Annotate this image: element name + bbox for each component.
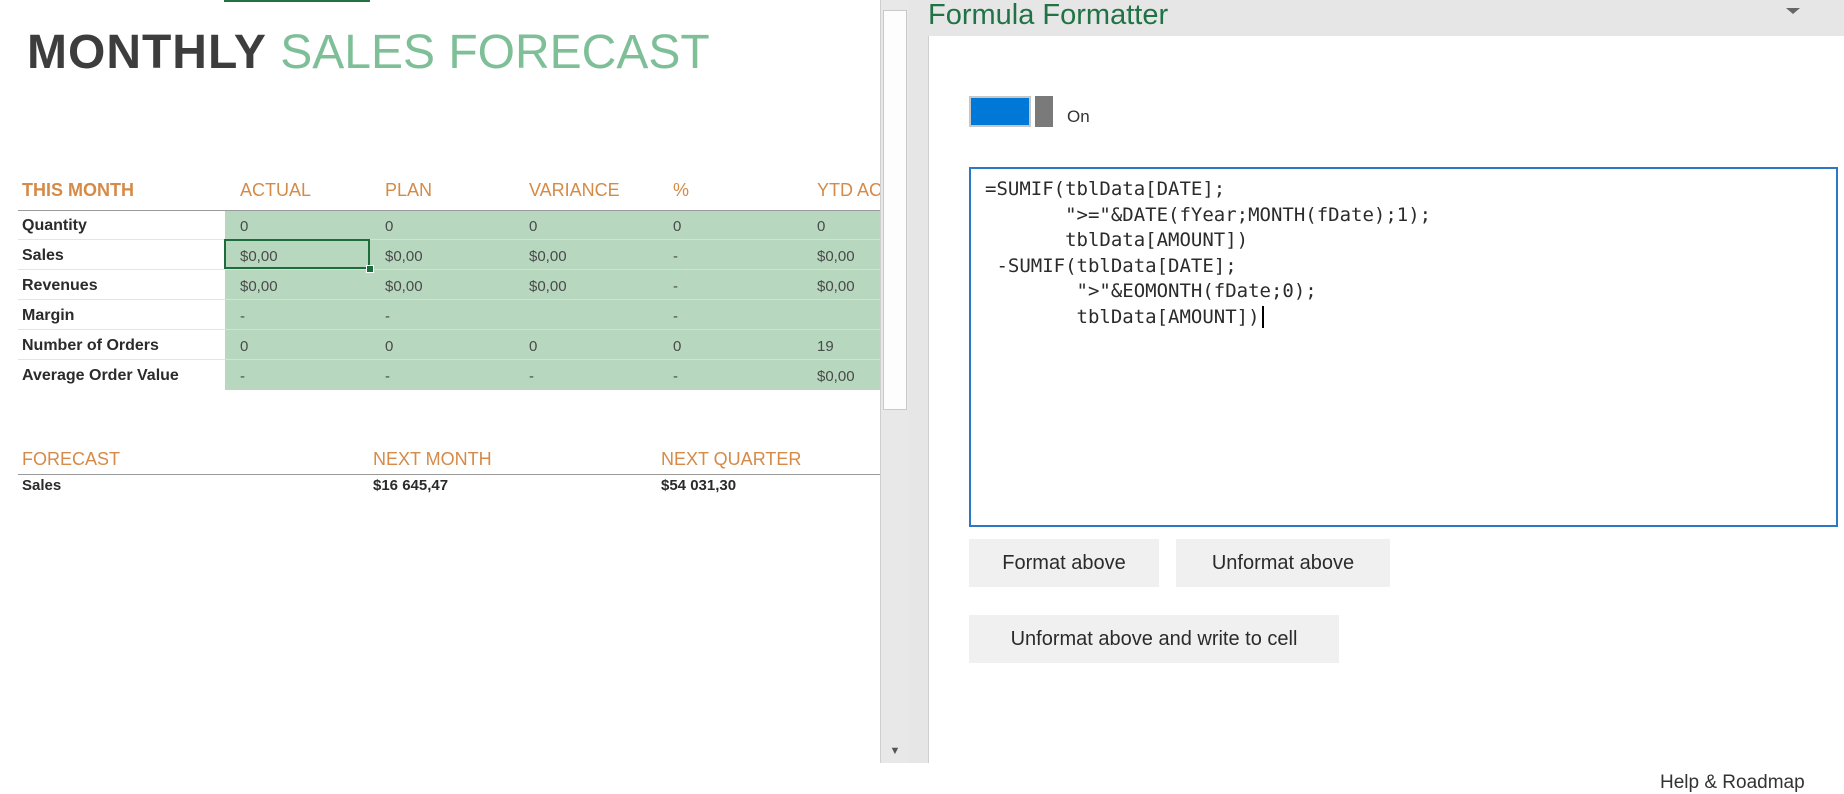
title-monthly: MONTHLY bbox=[27, 26, 267, 79]
cell-percent[interactable]: 0 bbox=[673, 338, 681, 355]
selected-cell-border[interactable] bbox=[224, 239, 370, 269]
cell-plan[interactable]: - bbox=[385, 308, 390, 325]
cell-ytd[interactable]: 0 bbox=[817, 218, 825, 235]
header-this-month[interactable]: THIS MONTH bbox=[22, 180, 134, 201]
table-row[interactable]: Margin - - - bbox=[18, 300, 880, 330]
table-row[interactable]: Average Order Value - - - - $0,00 bbox=[18, 360, 880, 390]
cell-actual[interactable]: - bbox=[240, 368, 245, 385]
toggle-knob[interactable] bbox=[1035, 96, 1053, 127]
cell-percent[interactable]: - bbox=[673, 248, 678, 265]
forecast-row-label-sales[interactable]: Sales bbox=[22, 477, 61, 494]
cell-actual[interactable]: $0,00 bbox=[240, 278, 278, 295]
cell-plan[interactable]: 0 bbox=[385, 338, 393, 355]
cell-ytd[interactable]: 19 bbox=[817, 338, 834, 355]
row-label-sales[interactable]: Sales bbox=[22, 247, 64, 265]
chevron-down-icon[interactable] bbox=[1785, 6, 1801, 16]
header-next-month[interactable]: NEXT MONTH bbox=[373, 449, 492, 470]
row-label-quantity[interactable]: Quantity bbox=[22, 217, 87, 235]
cell-percent[interactable]: - bbox=[673, 278, 678, 295]
vertical-scrollbar[interactable]: ▼ bbox=[880, 0, 909, 763]
table-row[interactable]: Quantity 0 0 0 0 0 bbox=[18, 210, 880, 240]
cell-plan[interactable]: - bbox=[385, 368, 390, 385]
cell-variance[interactable]: 0 bbox=[529, 338, 537, 355]
cell-actual[interactable]: - bbox=[240, 308, 245, 325]
active-column-indicator bbox=[224, 0, 370, 2]
forecast-next-month-value[interactable]: $16 645,47 bbox=[373, 477, 448, 494]
cell-percent[interactable]: 0 bbox=[673, 218, 681, 235]
on-off-toggle[interactable] bbox=[969, 96, 1055, 127]
cell-variance[interactable]: $0,00 bbox=[529, 248, 567, 265]
spreadsheet-area[interactable]: MONTHLY SALES FORECAST THIS MONTH ACTUAL… bbox=[0, 0, 880, 763]
cell-variance[interactable]: $0,00 bbox=[529, 278, 567, 295]
formula-textarea[interactable]: =SUMIF(tblData[DATE]; ">="&DATE(fYear;MO… bbox=[969, 167, 1838, 527]
cell-plan[interactable]: $0,00 bbox=[385, 248, 423, 265]
header-forecast[interactable]: FORECAST bbox=[22, 449, 120, 470]
forecast-header-divider bbox=[18, 474, 880, 475]
header-next-quarter[interactable]: NEXT QUARTER bbox=[661, 449, 801, 470]
cell-actual[interactable]: 0 bbox=[240, 218, 248, 235]
row-label-margin[interactable]: Margin bbox=[22, 307, 74, 325]
toggle-label: On bbox=[1067, 107, 1090, 126]
table-row[interactable]: Revenues $0,00 $0,00 $0,00 - $0,00 bbox=[18, 270, 880, 300]
formula-text[interactable]: =SUMIF(tblData[DATE]; ">="&DATE(fYear;MO… bbox=[985, 178, 1431, 328]
unformat-write-to-cell-button[interactable]: Unformat above and write to cell bbox=[969, 615, 1339, 663]
fill-handle[interactable] bbox=[366, 265, 374, 273]
row-label-revenues[interactable]: Revenues bbox=[22, 277, 98, 295]
text-caret bbox=[1261, 305, 1264, 328]
title-sales-forecast: SALES FORECAST bbox=[280, 26, 710, 79]
pane-body: On =SUMIF(tblData[DATE]; ">="&DATE(fYear… bbox=[928, 36, 1844, 793]
format-above-button[interactable]: Format above bbox=[969, 539, 1159, 587]
scrollbar-thumb[interactable] bbox=[883, 10, 907, 410]
header-ytd-actual[interactable]: YTD AC bbox=[817, 180, 880, 201]
table-row[interactable]: Number of Orders 0 0 0 0 19 bbox=[18, 330, 880, 360]
cell-plan[interactable]: $0,00 bbox=[385, 278, 423, 295]
header-variance[interactable]: VARIANCE bbox=[529, 180, 620, 201]
cell-ytd[interactable]: $0,00 bbox=[817, 278, 855, 295]
scroll-down-icon[interactable]: ▼ bbox=[881, 740, 909, 762]
help-roadmap-link[interactable]: Help & Roadmap bbox=[1660, 772, 1805, 794]
cell-ytd[interactable]: $0,00 bbox=[817, 248, 855, 265]
header-percent[interactable]: % bbox=[673, 180, 689, 201]
header-actual[interactable]: ACTUAL bbox=[240, 180, 311, 201]
formula-formatter-pane: Formula Formatter On =SUMIF(tblData[DATE… bbox=[909, 0, 1844, 793]
cell-plan[interactable]: 0 bbox=[385, 218, 393, 235]
row-label-average-order-value[interactable]: Average Order Value bbox=[22, 367, 179, 385]
cell-percent[interactable]: - bbox=[673, 368, 678, 385]
forecast-next-quarter-value[interactable]: $54 031,30 bbox=[661, 477, 736, 494]
sheet-title: MONTHLY SALES FORECAST bbox=[27, 27, 710, 79]
unformat-above-button[interactable]: Unformat above bbox=[1176, 539, 1390, 587]
scroll-up-button[interactable] bbox=[881, 0, 909, 10]
cell-variance[interactable]: - bbox=[529, 368, 534, 385]
header-plan[interactable]: PLAN bbox=[385, 180, 432, 201]
cell-ytd[interactable]: $0,00 bbox=[817, 368, 855, 385]
toggle-track[interactable] bbox=[969, 96, 1031, 127]
cell-actual[interactable]: 0 bbox=[240, 338, 248, 355]
table-row[interactable]: Sales $0,00 $0,00 $0,00 - $0,00 bbox=[18, 240, 880, 270]
row-label-number-of-orders[interactable]: Number of Orders bbox=[22, 337, 159, 355]
pane-title: Formula Formatter bbox=[928, 0, 1169, 31]
cell-percent[interactable]: - bbox=[673, 308, 678, 325]
cell-variance[interactable]: 0 bbox=[529, 218, 537, 235]
